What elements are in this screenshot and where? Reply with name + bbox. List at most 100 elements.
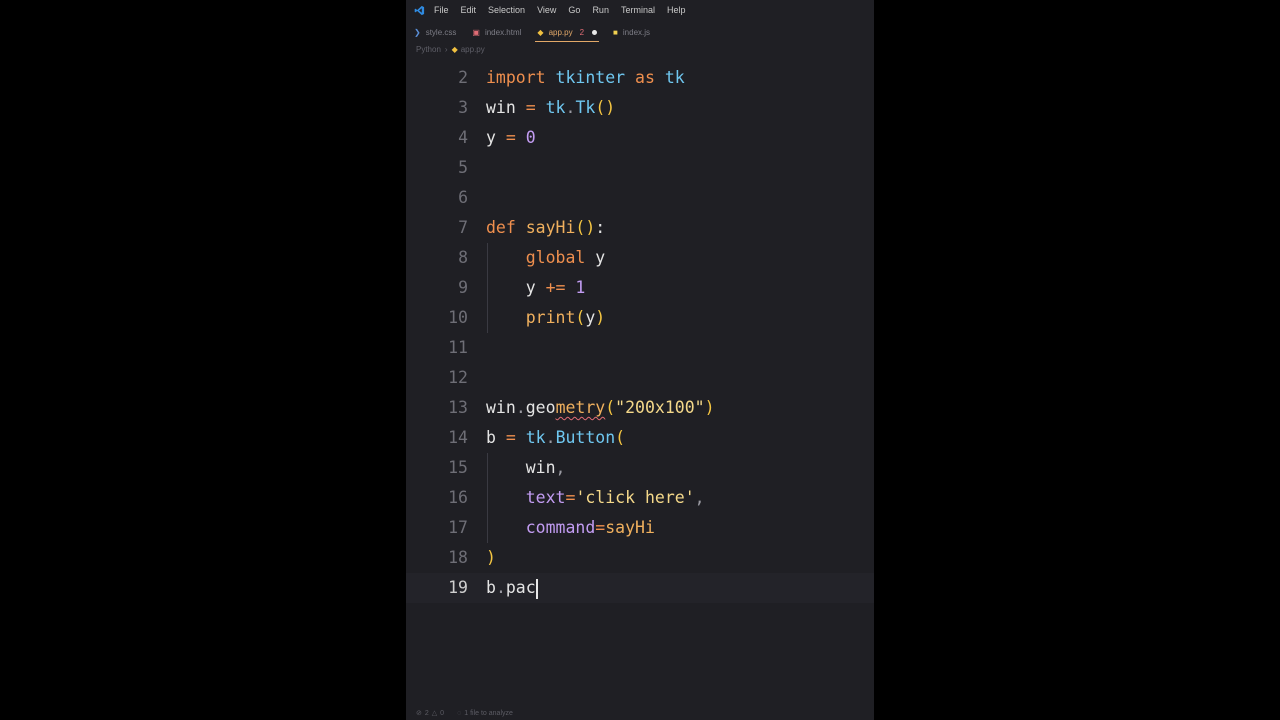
breadcrumb-language[interactable]: Python — [416, 45, 441, 54]
error-count: 2 — [424, 709, 429, 717]
line-number: 5 — [458, 158, 468, 177]
line-number: 14 — [448, 428, 468, 447]
error-icon: ⊘ — [416, 710, 422, 717]
code-token: import — [486, 68, 546, 87]
code-line[interactable]: 13 win.geometry("200x100") — [406, 393, 874, 423]
code-line[interactable]: 10 print(y) — [406, 303, 874, 333]
code-token: 'click here' — [575, 488, 695, 507]
code-token: = — [595, 518, 606, 537]
problems-indicator[interactable]: ⊘ 2 △ 0 — [416, 709, 447, 718]
code-token: tk — [545, 98, 566, 117]
code-line[interactable]: 5 — [406, 153, 874, 183]
editor-tabs: ❯ style.css ▣ index.html ◆ app.py 2 ■ index.js — [406, 22, 874, 42]
code-token: = — [505, 128, 516, 147]
menu-terminal[interactable]: Terminal — [621, 5, 655, 15]
code-line[interactable]: 15 win, — [406, 453, 874, 483]
python-file-icon: ◆ — [451, 45, 458, 54]
line-number: 8 — [458, 248, 468, 267]
code-token: ( — [615, 428, 626, 447]
menu-edit[interactable]: Edit — [461, 5, 477, 15]
code-token: = — [565, 488, 576, 507]
tab-label: app.py — [548, 27, 573, 37]
code-token: () — [575, 218, 596, 237]
code-line[interactable]: 4y = 0 — [406, 123, 874, 153]
tab-style-css[interactable]: ❯ style.css — [406, 22, 464, 42]
code-token: () — [595, 98, 616, 117]
menu-view[interactable]: View — [537, 5, 556, 15]
analysis-status[interactable]: ◌ 1 file to analyze — [457, 710, 516, 717]
menu-file[interactable]: File — [434, 5, 449, 15]
code-token: 1 — [575, 278, 586, 297]
code-token: def — [486, 218, 516, 237]
line-text: ) — [486, 543, 496, 573]
tab-problem-count: 2 — [579, 27, 585, 37]
code-line[interactable]: 18) — [406, 543, 874, 573]
analysis-text: 1 file to analyze — [464, 709, 513, 717]
menu-run[interactable]: Run — [592, 5, 609, 15]
line-number: 11 — [448, 338, 468, 357]
unsaved-dot-icon[interactable] — [592, 29, 598, 35]
code-token: Tk — [575, 98, 596, 117]
line-text: y += 1 — [486, 273, 586, 303]
warning-icon: △ — [431, 710, 438, 717]
code-token: win — [486, 458, 556, 477]
code-line[interactable]: 17 command=sayHi — [406, 513, 874, 543]
code-line[interactable]: 3 win = tk.Tk() — [406, 93, 874, 123]
code-line[interactable]: 7 def sayHi(): — [406, 213, 874, 243]
tab-label: style.css — [425, 27, 457, 37]
line-text: import tkinter as tk — [486, 63, 685, 93]
code-line[interactable]: 16 text='click here', — [406, 483, 874, 513]
code-token: command — [525, 518, 596, 537]
code-line[interactable]: 2 import tkinter as tk — [406, 63, 874, 93]
line-number: 4 — [458, 128, 468, 147]
line-number: 17 — [448, 518, 468, 537]
code-line[interactable]: 11 — [406, 333, 874, 363]
code-token: . — [545, 428, 556, 447]
line-number: 19 — [448, 578, 468, 597]
code-token: ( — [605, 398, 616, 417]
code-token: b — [486, 428, 506, 447]
tab-index-html[interactable]: ▣ index.html — [464, 22, 529, 42]
code-token: y — [486, 128, 506, 147]
code-token: b — [486, 578, 496, 597]
code-line[interactable]: 9 y += 1 — [406, 273, 874, 303]
code-area[interactable]: 2 import tkinter as tk 3 win = tk.Tk() 4 y = … — [406, 63, 874, 603]
code-token: metry — [555, 398, 606, 417]
code-line[interactable]: 8 global y — [406, 243, 874, 273]
line-text: y = 0 — [486, 123, 536, 153]
menu-selection[interactable]: Selection — [488, 5, 525, 15]
code-line[interactable]: 19 b.pac — [406, 573, 874, 603]
code-token: += — [545, 278, 566, 297]
js-file-icon: ■ — [613, 27, 618, 37]
menu-go[interactable]: Go — [568, 5, 580, 15]
code-line[interactable]: 12 — [406, 363, 874, 393]
line-number: 18 — [448, 548, 468, 567]
python-file-icon: ◆ — [537, 27, 544, 37]
tab-label: index.js — [622, 27, 651, 37]
line-text: b.pac — [486, 573, 538, 603]
line-text: global y — [486, 243, 605, 273]
line-number: 15 — [448, 458, 468, 477]
menu-help[interactable]: Help — [667, 5, 686, 15]
line-text: text='click here', — [486, 483, 705, 513]
code-token: Button — [555, 428, 616, 447]
code-token: ( — [575, 308, 586, 327]
line-number: 16 — [448, 488, 468, 507]
tab-app-py[interactable]: ◆ app.py 2 — [529, 22, 605, 42]
code-token: 0 — [525, 128, 536, 147]
line-number: 10 — [448, 308, 468, 327]
tab-index-js[interactable]: ■ index.js — [605, 22, 658, 42]
line-text: win, — [486, 453, 566, 483]
code-token: geo — [525, 398, 556, 417]
code-token: , — [694, 488, 705, 507]
code-line[interactable]: 6 — [406, 183, 874, 213]
breadcrumb-file[interactable]: app.py — [461, 45, 485, 54]
code-line[interactable]: 14 b = tk.Button( — [406, 423, 874, 453]
